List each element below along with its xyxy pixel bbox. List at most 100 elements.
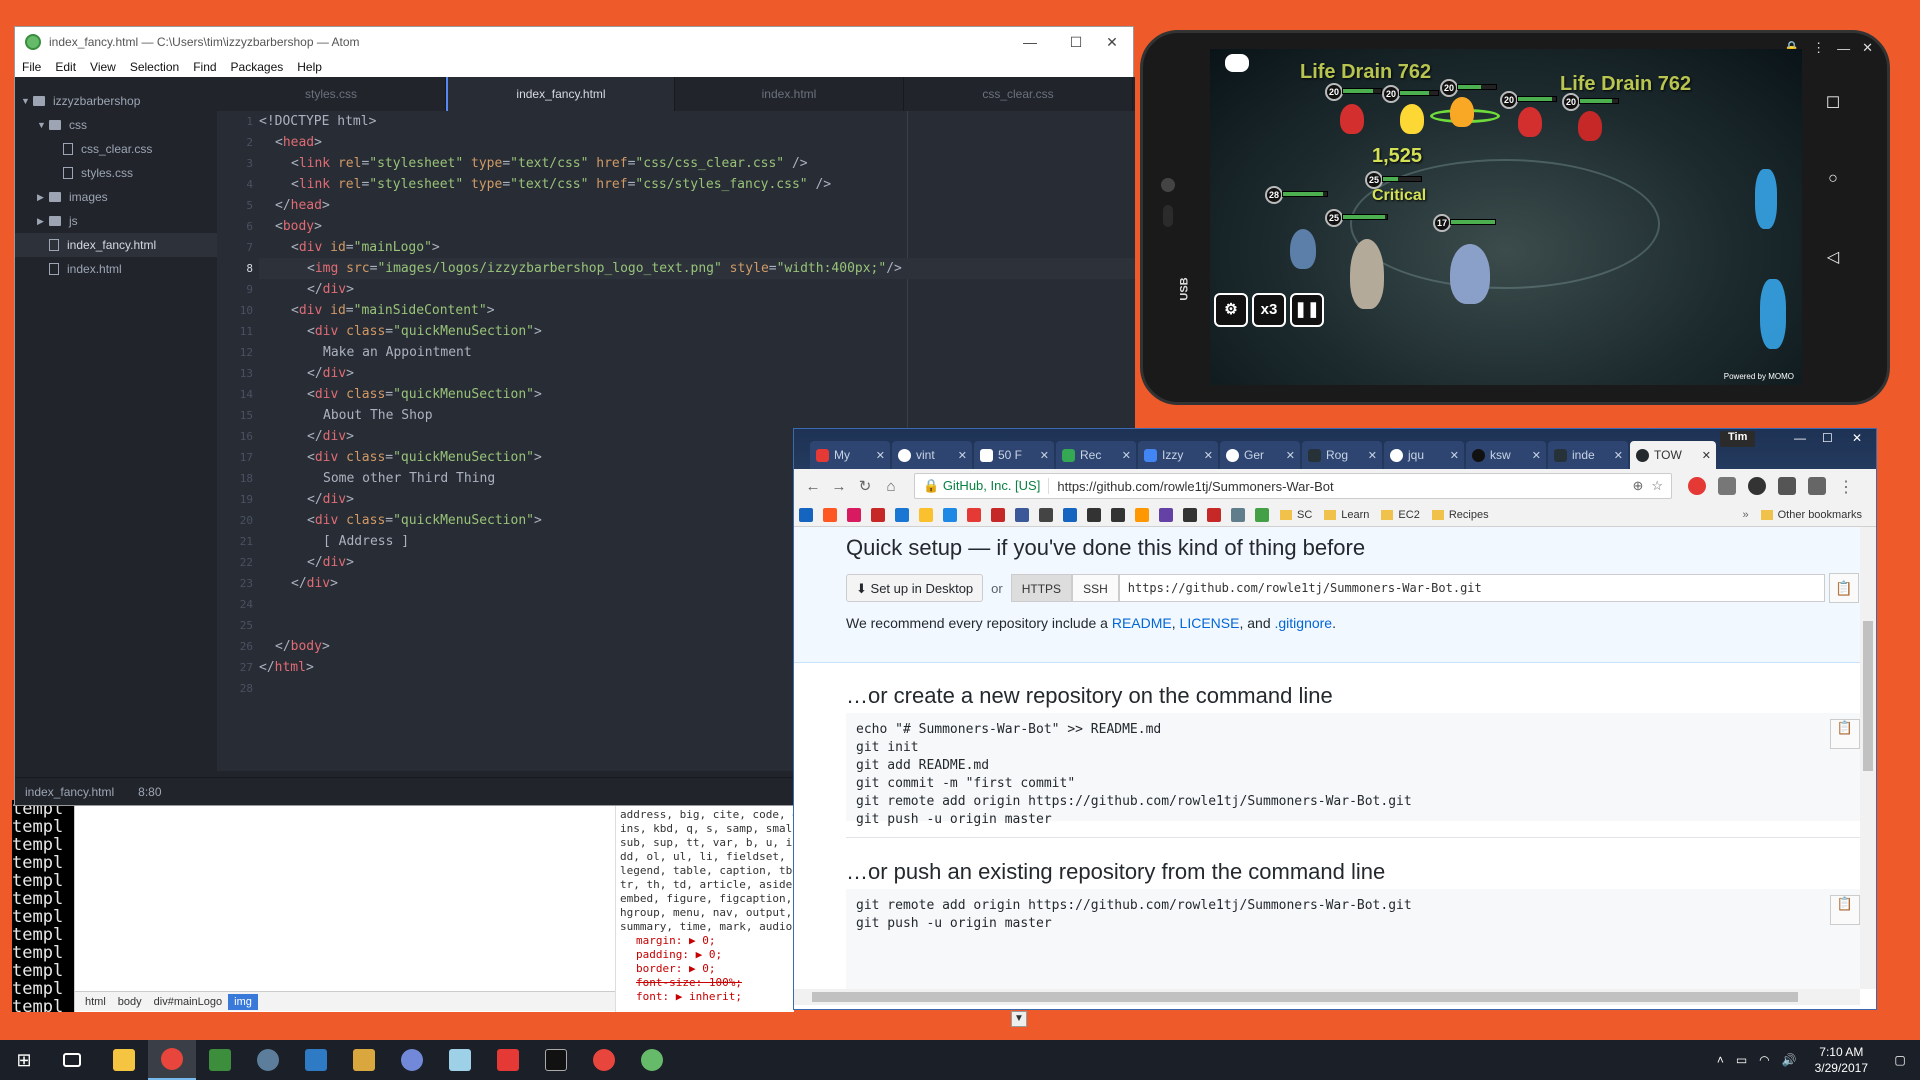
- bookmark-icon[interactable]: [799, 507, 813, 522]
- forward-arrow-icon[interactable]: →: [826, 478, 852, 495]
- browser-tab[interactable]: Izzy ✕: [1138, 441, 1218, 469]
- task-view-button[interactable]: [48, 1040, 96, 1080]
- bookmark-icon[interactable]: [847, 507, 861, 522]
- bookmark-icon[interactable]: [1207, 507, 1221, 522]
- bookmark-icon[interactable]: [1135, 507, 1149, 522]
- address-bar[interactable]: 🔒 GitHub, Inc. [US] https://github.com/r…: [914, 473, 1672, 499]
- tree-file-css-clear[interactable]: css_clear.css: [15, 137, 217, 161]
- taskbar-app[interactable]: [340, 1040, 388, 1080]
- chevron-down-icon[interactable]: ▼: [1011, 1011, 1027, 1027]
- notifications-icon[interactable]: ▢: [1880, 1053, 1920, 1067]
- bookmark-icon[interactable]: [1015, 507, 1029, 522]
- clipboard-icon[interactable]: 📋: [1830, 719, 1860, 749]
- url-text[interactable]: https://github.com/rowle1tj/Summoners-Wa…: [1049, 479, 1333, 494]
- tab-index-fancy[interactable]: index_fancy.html: [446, 77, 675, 111]
- minimize-icon[interactable]: —: [1794, 431, 1806, 445]
- browser-tab[interactable]: inde ✕: [1548, 441, 1628, 469]
- crumb-mainlogo[interactable]: div#mainLogo: [148, 994, 229, 1010]
- clipboard-icon[interactable]: 📋: [1830, 895, 1860, 925]
- vertical-scrollbar[interactable]: [1860, 527, 1876, 989]
- bookmark-icon[interactable]: [1231, 507, 1245, 522]
- camera-icon[interactable]: [1718, 477, 1736, 495]
- browser-tab[interactable]: jqu ✕: [1384, 441, 1464, 469]
- wifi-icon[interactable]: ◠: [1759, 1053, 1769, 1067]
- bookmark-icon[interactable]: [991, 507, 1005, 522]
- bookmark-folder-recipes[interactable]: Recipes: [1432, 509, 1489, 521]
- tab-styles-css[interactable]: styles.css: [217, 77, 446, 111]
- gitignore-link[interactable]: .gitignore: [1275, 615, 1333, 631]
- taskbar-atom[interactable]: [628, 1040, 676, 1080]
- minimize-icon[interactable]: —: [1837, 41, 1850, 56]
- tree-folder-js[interactable]: ▶ js: [15, 209, 217, 233]
- speed-button[interactable]: x3: [1252, 293, 1286, 327]
- new-repo-commands[interactable]: echo "# Summoners-War-Bot" >> README.md …: [846, 713, 1860, 827]
- bookmark-icon[interactable]: [1183, 507, 1197, 522]
- bookmark-icon[interactable]: [1111, 507, 1125, 522]
- enemy-monster[interactable]: [1340, 104, 1364, 134]
- chevron-up-icon[interactable]: ˄: [1717, 1053, 1724, 1067]
- taskbar-discord[interactable]: [388, 1040, 436, 1080]
- taskbar-app[interactable]: [484, 1040, 532, 1080]
- home-icon[interactable]: ○: [1821, 170, 1845, 188]
- tree-file-styles[interactable]: styles.css: [15, 161, 217, 185]
- menu-packages[interactable]: Packages: [224, 60, 291, 74]
- menu-help[interactable]: Help: [290, 60, 329, 74]
- clone-url-input[interactable]: https://github.com/rowle1tj/Summoners-Wa…: [1118, 574, 1825, 602]
- bookmark-folder-ec2[interactable]: EC2: [1381, 509, 1419, 521]
- scrollbar-thumb[interactable]: [812, 992, 1798, 1002]
- menu-icon[interactable]: ⋮: [1812, 40, 1825, 56]
- profile-button[interactable]: Tim: [1720, 431, 1756, 447]
- clipboard-icon[interactable]: 📋: [1829, 573, 1859, 603]
- taskbar-explorer[interactable]: [100, 1040, 148, 1080]
- close-icon[interactable]: ✕: [1089, 27, 1135, 57]
- bookmark-icon[interactable]: [895, 507, 909, 522]
- zoom-icon[interactable]: ⊕: [1632, 478, 1643, 494]
- menu-file[interactable]: File: [15, 60, 48, 74]
- crumb-body[interactable]: body: [112, 994, 148, 1010]
- bookmark-icon[interactable]: [1039, 507, 1053, 522]
- crumb-img[interactable]: img: [228, 993, 258, 1010]
- browser-tab[interactable]: My ✕: [810, 441, 890, 469]
- browser-tab[interactable]: Ger ✕: [1220, 441, 1300, 469]
- ally-monster[interactable]: [1290, 229, 1316, 269]
- ssh-toggle[interactable]: SSH: [1072, 574, 1119, 602]
- crumb-html[interactable]: html: [79, 994, 112, 1010]
- extension-icon[interactable]: [1778, 477, 1796, 495]
- bookmark-icon[interactable]: [871, 507, 885, 522]
- ally-monster[interactable]: [1350, 239, 1384, 309]
- tab-index-html[interactable]: index.html: [675, 77, 904, 111]
- extension-icon[interactable]: [1688, 477, 1706, 495]
- css-property[interactable]: margin: ▶ 0;: [620, 934, 791, 948]
- start-button[interactable]: ⊞: [0, 1040, 48, 1080]
- enemy-monster[interactable]: [1450, 97, 1474, 127]
- browser-tab[interactable]: ksw ✕: [1466, 441, 1546, 469]
- back-icon[interactable]: ◁: [1821, 247, 1845, 267]
- license-link[interactable]: LICENSE: [1180, 615, 1240, 631]
- status-cursor-position[interactable]: 8:80: [128, 785, 175, 799]
- browser-tab[interactable]: vint ✕: [892, 441, 972, 469]
- menu-view[interactable]: View: [83, 60, 123, 74]
- bookmark-icon[interactable]: [1063, 507, 1077, 522]
- menu-icon[interactable]: ⋮: [1838, 477, 1854, 497]
- css-property[interactable]: border: ▶ 0;: [620, 962, 791, 976]
- browser-tab[interactable]: Rog ✕: [1302, 441, 1382, 469]
- taskbar-chrome[interactable]: [580, 1040, 628, 1080]
- chat-icon[interactable]: [1225, 54, 1249, 72]
- https-toggle[interactable]: HTTPS: [1010, 574, 1073, 602]
- clock[interactable]: 7:10 AM 3/29/2017: [1815, 1044, 1868, 1076]
- bookmark-icon[interactable]: [1255, 507, 1269, 522]
- taskbar-app[interactable]: [196, 1040, 244, 1080]
- menu-find[interactable]: Find: [186, 60, 223, 74]
- taskbar-steam[interactable]: [244, 1040, 292, 1080]
- bookmark-icon[interactable]: [943, 507, 957, 522]
- setup-desktop-button[interactable]: ⬇ Set up in Desktop: [846, 574, 984, 602]
- menu-selection[interactable]: Selection: [123, 60, 186, 74]
- scrollbar-thumb[interactable]: [1863, 621, 1873, 771]
- tree-folder-images[interactable]: ▶ images: [15, 185, 217, 209]
- close-icon[interactable]: ✕: [1852, 431, 1862, 445]
- extension-icon[interactable]: [1748, 477, 1766, 495]
- pause-icon[interactable]: ❚❚: [1290, 293, 1324, 327]
- back-arrow-icon[interactable]: ←: [800, 478, 826, 495]
- settings-icon[interactable]: ⚙: [1214, 293, 1248, 327]
- security-indicator[interactable]: 🔒 GitHub, Inc. [US]: [915, 478, 1050, 494]
